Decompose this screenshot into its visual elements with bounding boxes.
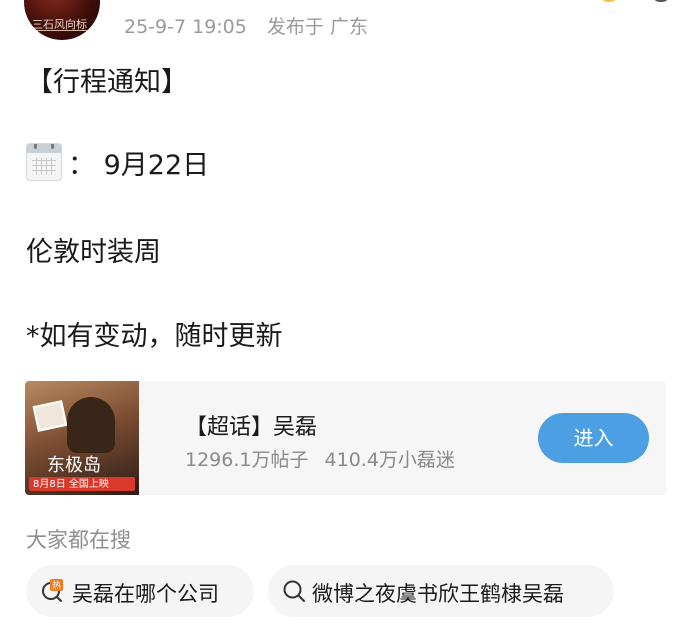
topic-thumbnail: 东极岛 8月8日 全国上映 xyxy=(25,381,139,495)
more-icon[interactable] xyxy=(652,0,670,2)
super-topic-card[interactable]: 东极岛 8月8日 全国上映 【超话】吴磊 1296.1万帖子 410.4万小磊迷… xyxy=(25,381,666,495)
search-icon xyxy=(283,580,305,602)
thumbnail-strip-text: 8月8日 全国上映 xyxy=(33,479,109,490)
topic-post-count: 1296.1万帖子 xyxy=(185,449,309,471)
trending-searches-heading: 大家都在搜 xyxy=(26,528,131,552)
post-meta: 25-9-7 19:05 发布于 广东 xyxy=(124,12,368,39)
calendar-icon xyxy=(26,143,62,181)
trending-search-chip[interactable]: 热 吴磊在哪个公司 xyxy=(26,565,254,617)
avatar-logo-line xyxy=(34,30,90,31)
thumbnail-title: 东极岛 xyxy=(47,455,101,476)
thumbnail-polaroid xyxy=(32,400,68,432)
trending-search-label: 吴磊在哪个公司 xyxy=(72,582,219,606)
calendar-ring xyxy=(51,144,54,149)
badge-icon[interactable] xyxy=(600,0,618,2)
topic-fan-count: 410.4万小磊迷 xyxy=(324,449,455,471)
hot-search-icon: 热 xyxy=(42,579,63,602)
post-event: 伦敦时装周 xyxy=(26,237,161,268)
trending-search-label: 微博之夜虞书欣王鹤棣吴磊 xyxy=(312,582,564,606)
avatar[interactable]: 三石风向标 xyxy=(24,0,100,40)
header-actions xyxy=(590,0,670,6)
trending-search-chip[interactable]: 微博之夜虞书欣王鹤棣吴磊 xyxy=(268,565,614,617)
enter-button[interactable]: 进入 xyxy=(538,413,649,463)
topic-stats: 1296.1万帖子 410.4万小磊迷 xyxy=(185,445,455,472)
svg-text:热: 热 xyxy=(52,580,61,592)
calendar-header xyxy=(27,144,61,153)
thumbnail-figure xyxy=(67,397,115,453)
post-title: 【行程通知】 xyxy=(26,67,188,98)
calendar-ring xyxy=(34,144,37,149)
post-date: ： 9月22日 xyxy=(68,150,210,181)
post-location: 发布于 广东 xyxy=(266,16,368,38)
topic-title: 【超话】吴磊 xyxy=(185,415,318,440)
post-note: *如有变动，随时更新 xyxy=(26,321,283,352)
weibo-post: 三石风向标 25-9-7 19:05 发布于 广东 【行程通知】 ： 9月22日… xyxy=(0,0,690,627)
calendar-grid xyxy=(32,158,56,175)
post-timestamp: 25-9-7 19:05 xyxy=(124,16,247,38)
